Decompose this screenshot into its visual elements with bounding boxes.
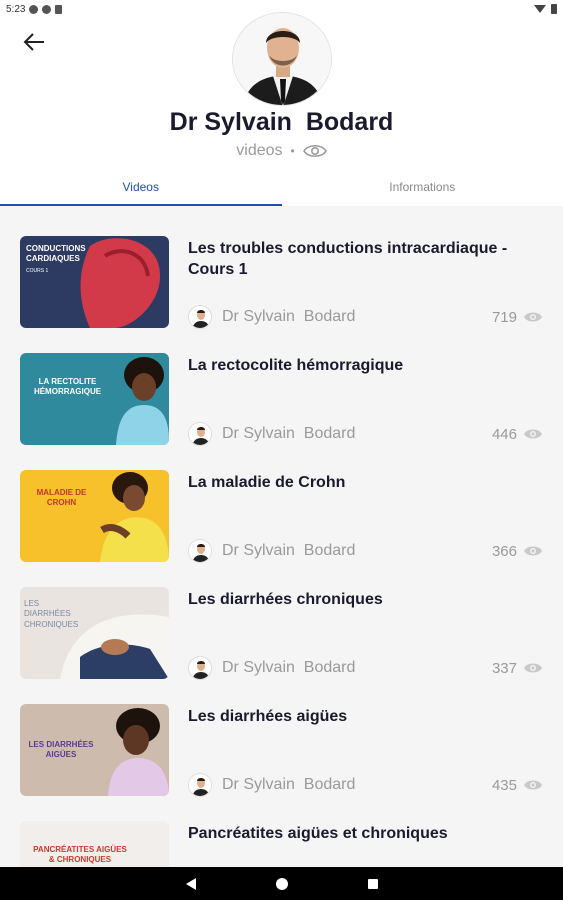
back-triangle-icon[interactable] xyxy=(185,877,197,891)
video-title: Pancréatites aigües et chroniques xyxy=(188,825,448,842)
eye-icon xyxy=(524,663,542,673)
video-thumbnail: CONDUCTIONS CARDIAQUES COURS 1 xyxy=(20,236,169,328)
thumbnail-caption: LES DIARRHÉES CHRONIQUES xyxy=(24,599,79,629)
video-author: Dr Sylvain Bodard xyxy=(222,542,356,559)
videos-label: videos xyxy=(236,142,283,159)
tab-videos[interactable]: Videos xyxy=(0,176,282,206)
tab-informations[interactable]: Informations xyxy=(282,176,563,206)
thumbnail-caption: MALADIE DE CROHN xyxy=(36,488,87,508)
author-avatar xyxy=(188,773,212,797)
thumbnail-caption: LA RECTOLITE HÉMORRAGIQUE xyxy=(33,377,102,397)
video-thumbnail: PANCRÉATITES AIGÜES & CHRONIQUES xyxy=(20,821,169,867)
view-count: 435 xyxy=(491,776,517,794)
thumbnail-caption: CONDUCTIONS CARDIAQUES xyxy=(26,244,86,264)
author-avatar xyxy=(188,422,212,446)
video-meta: Dr Sylvain Bodard 719 xyxy=(188,304,543,330)
video-thumbnail: MALADIE DE CROHN xyxy=(20,470,169,562)
video-item[interactable]: LA RECTOLITE HÉMORRAGIQUE La rectocolite… xyxy=(0,339,563,456)
tab-bar: Videos Informations xyxy=(0,176,563,206)
video-item[interactable]: LES DIARRHÉES AIGÜES Les diarrhées aigüe… xyxy=(0,690,563,807)
video-thumbnail: LES DIARRHÉES AIGÜES xyxy=(20,704,169,796)
video-author: Dr Sylvain Bodard xyxy=(222,308,356,325)
author-avatar xyxy=(188,656,212,680)
eye-icon xyxy=(524,780,542,790)
video-meta: Dr Sylvain Bodard 366 xyxy=(188,538,543,564)
sd-card-icon xyxy=(55,4,63,14)
status-time: 5:23 xyxy=(6,3,26,15)
video-title: Les diarrhées aigües xyxy=(188,708,348,725)
author-avatar xyxy=(188,539,212,563)
profile-header: Dr Sylvain Bodard videos • Videos Inform… xyxy=(0,12,563,206)
eye-icon xyxy=(302,144,327,158)
video-meta: Dr Sylvain Bodard 337 xyxy=(188,655,543,681)
video-title: La maladie de Crohn xyxy=(188,474,346,491)
profile-avatar xyxy=(232,12,332,106)
eye-icon xyxy=(524,546,542,556)
back-button[interactable] xyxy=(18,26,50,58)
system-nav-bar xyxy=(0,867,563,900)
separator-dot: • xyxy=(290,144,295,158)
thumbnail-subcaption: COURS 1 xyxy=(26,268,49,274)
video-meta: Dr Sylvain Bodard 446 xyxy=(188,421,543,447)
video-title: La rectocolite hémorragique xyxy=(188,357,404,374)
video-thumbnail: LA RECTOLITE HÉMORRAGIQUE xyxy=(20,353,169,445)
video-title: Les diarrhées chroniques xyxy=(188,591,383,608)
video-author: Dr Sylvain Bodard xyxy=(222,425,356,442)
notification-icon xyxy=(29,4,39,14)
view-count: 337 xyxy=(491,659,517,677)
view-count: 366 xyxy=(491,542,517,560)
video-author: Dr Sylvain Bodard xyxy=(222,776,356,793)
video-thumbnail: LES DIARRHÉES CHRONIQUES xyxy=(20,587,169,679)
eye-icon xyxy=(524,312,542,322)
video-author: Dr Sylvain Bodard xyxy=(222,659,356,676)
video-item[interactable]: CONDUCTIONS CARDIAQUES COURS 1 Les troub… xyxy=(0,222,563,339)
home-circle-icon[interactable] xyxy=(275,877,289,891)
arrow-left-icon xyxy=(23,33,44,51)
view-count: 719 xyxy=(491,308,517,326)
video-item[interactable]: MALADIE DE CROHN La maladie de Crohn Dr … xyxy=(0,456,563,573)
video-list: CONDUCTIONS CARDIAQUES COURS 1 Les troub… xyxy=(0,222,563,867)
profile-meta: videos • xyxy=(0,142,563,160)
thumbnail-caption: PANCRÉATITES AIGÜES & CHRONIQUES xyxy=(33,845,127,865)
battery-icon xyxy=(551,4,557,14)
author-avatar xyxy=(188,305,212,329)
view-count: 446 xyxy=(491,425,517,443)
video-meta: Dr Sylvain Bodard 435 xyxy=(188,772,543,798)
video-item[interactable]: LES DIARRHÉES CHRONIQUES Les diarrhées c… xyxy=(0,573,563,690)
thumbnail-caption: LES DIARRHÉES AIGÜES xyxy=(28,740,94,760)
video-item[interactable]: PANCRÉATITES AIGÜES & CHRONIQUES Pancréa… xyxy=(0,807,563,867)
wifi-icon xyxy=(534,5,546,13)
notification-icon xyxy=(42,4,52,14)
recents-square-icon[interactable] xyxy=(367,878,379,890)
profile-name: Dr Sylvain Bodard xyxy=(169,108,394,136)
eye-icon xyxy=(524,429,542,439)
video-title: Les troubles conductions intracardiaque … xyxy=(188,240,508,278)
